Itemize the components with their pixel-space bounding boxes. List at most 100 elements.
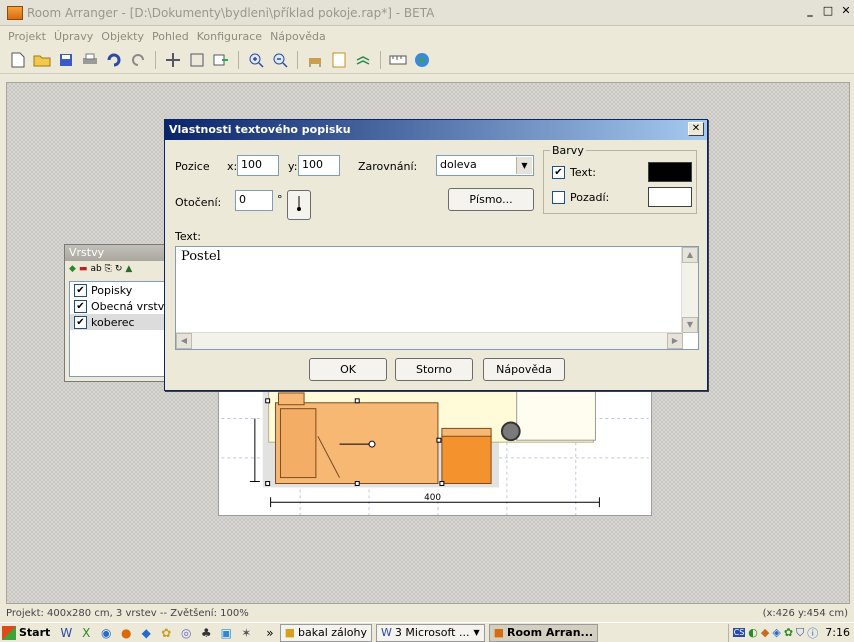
status-project-info: Projekt: 400x280 cm, 3 vrstev -- Zvětšen… (6, 608, 249, 619)
new-file-icon[interactable] (8, 50, 28, 70)
rename-layer-icon[interactable]: ab (90, 264, 101, 274)
globe-icon[interactable] (412, 50, 432, 70)
app-icon-a[interactable]: ◆ (138, 625, 154, 641)
toolbar (0, 46, 854, 74)
menu-projekt[interactable]: Projekt (8, 30, 46, 43)
room-arranger-icon: ■ (493, 626, 505, 639)
text-content-area[interactable]: Postel ▲ ▼ ◀ ▶ (175, 246, 699, 350)
page-icon[interactable] (329, 50, 349, 70)
print-icon[interactable] (80, 50, 100, 70)
task-label: Room Arran... (507, 626, 594, 639)
text-color-swatch[interactable] (648, 162, 692, 182)
app-icon-d[interactable]: ♣ (198, 625, 214, 641)
furniture-icon[interactable] (305, 50, 325, 70)
scroll-down-icon[interactable]: ▼ (682, 317, 698, 333)
dimension-label: 400 (424, 493, 441, 503)
app-icon-f[interactable]: ✶ (238, 625, 254, 641)
menu-objekty[interactable]: Objekty (101, 30, 144, 43)
task-label: bakal zálohy (298, 626, 368, 639)
text-color-label: Text: (570, 166, 596, 179)
layer-visible-checkbox[interactable]: ✔ (74, 283, 87, 297)
firefox-icon[interactable]: ● (118, 625, 134, 641)
save-icon[interactable] (56, 50, 76, 70)
vertical-scrollbar[interactable]: ▲ ▼ (681, 247, 698, 333)
background-color-swatch[interactable] (648, 187, 692, 207)
background-color-checkbox[interactable] (552, 191, 565, 204)
font-button[interactable]: Písmo... (448, 188, 534, 211)
redo-icon[interactable] (128, 50, 148, 70)
zoom-in-icon[interactable] (246, 50, 266, 70)
ruler-icon[interactable] (388, 50, 408, 70)
x-input[interactable]: 100 (237, 155, 279, 176)
scroll-right-icon[interactable]: ▶ (667, 333, 683, 349)
open-folder-icon[interactable] (32, 50, 52, 70)
chevron-down-icon: ▼ (473, 628, 480, 637)
menu-upravy[interactable]: Úpravy (54, 30, 93, 43)
y-input[interactable]: 100 (298, 155, 340, 176)
minimize-button[interactable]: _ (802, 3, 818, 19)
layers-icon[interactable] (353, 50, 373, 70)
tray-icon-b[interactable]: ◆ (761, 626, 769, 639)
copy-layer-icon[interactable]: ⎘ (105, 264, 112, 274)
dialog-title: Vlastnosti textového popisku (169, 123, 351, 136)
app-icon-c[interactable]: ◎ (178, 625, 194, 641)
task-microsoft[interactable]: W 3 Microsoft ... ▼ (376, 623, 485, 642)
app-icon-b[interactable]: ✿ (158, 625, 174, 641)
rotation-dial[interactable] (287, 190, 311, 220)
move-up-icon[interactable]: ▲ (125, 264, 132, 274)
app-icon (7, 5, 23, 20)
add-layer-icon[interactable]: ◆ (69, 264, 76, 274)
remove-layer-icon[interactable]: ▬ (79, 264, 88, 274)
task-bakal-zalohy[interactable]: ■ bakal zálohy (279, 623, 373, 642)
clock: 7:16 (825, 626, 850, 639)
tray-icon-a[interactable]: ◐ (748, 626, 758, 639)
zoom-out-icon[interactable] (270, 50, 290, 70)
layer-visible-checkbox[interactable]: ✔ (74, 315, 87, 329)
shield-icon[interactable]: ⛉ (796, 626, 804, 640)
task-room-arranger[interactable]: ■ Room Arran... (488, 623, 599, 642)
move-icon[interactable] (163, 50, 183, 70)
fit-icon[interactable] (187, 50, 207, 70)
tray-icon-d[interactable]: ✿ (784, 626, 793, 639)
maximize-button[interactable]: □ (820, 3, 836, 19)
text-color-checkbox[interactable]: ✔ (552, 166, 565, 179)
menu-konfigurace[interactable]: Konfigurace (197, 30, 262, 43)
scroll-left-icon[interactable]: ◀ (176, 333, 192, 349)
export-icon[interactable] (211, 50, 231, 70)
close-button[interactable]: ✕ (838, 3, 854, 19)
text-properties-dialog: Vlastnosti textového popisku ✕ Pozice x:… (164, 119, 708, 391)
otoceni-label: Otočení: (175, 196, 222, 209)
keyboard-layout-icon[interactable]: CS (732, 628, 746, 637)
excel-icon[interactable]: X (78, 625, 94, 641)
help-button[interactable]: Nápověda (483, 358, 565, 381)
app-icon-e[interactable]: ▣ (218, 625, 234, 641)
menu-pohled[interactable]: Pohled (152, 30, 189, 43)
ok-button[interactable]: OK (309, 358, 387, 381)
browser-icon[interactable]: ◉ (98, 625, 114, 641)
menu-napoveda[interactable]: Nápověda (270, 30, 326, 43)
y-label: y: (288, 160, 298, 173)
dialog-close-button[interactable]: ✕ (688, 122, 704, 136)
horizontal-scrollbar[interactable]: ◀ ▶ (176, 332, 683, 349)
text-label: Text: (175, 230, 201, 243)
room-drawing[interactable]: 400 (218, 388, 652, 516)
layer-label: koberec (91, 315, 135, 329)
more-quicklaunch[interactable]: » (266, 625, 273, 641)
info-icon[interactable]: ⓘ (807, 625, 818, 641)
menu-bar: Projekt Úpravy Objekty Pohled Konfigurac… (0, 26, 854, 46)
word-icon[interactable]: W (58, 625, 74, 641)
tray-icon-c[interactable]: ◈ (772, 626, 780, 639)
pozice-label: Pozice (175, 160, 210, 173)
refresh-layer-icon[interactable]: ↻ (115, 264, 123, 274)
cancel-button[interactable]: Storno (395, 358, 473, 381)
chevron-down-icon[interactable]: ▼ (516, 157, 532, 174)
rotation-input[interactable]: 0 (235, 190, 273, 211)
alignment-select[interactable]: doleva ▼ (436, 155, 534, 176)
dialog-title-bar: Vlastnosti textového popisku ✕ (165, 120, 707, 140)
layer-visible-checkbox[interactable]: ✔ (74, 299, 87, 313)
system-tray: CS ◐ ◆ ◈ ✿ ⛉ ⓘ 7:16 (727, 623, 854, 642)
window-title: Room Arranger - [D:\Dokumenty\bydleni\př… (27, 5, 435, 20)
undo-icon[interactable] (104, 50, 124, 70)
scroll-up-icon[interactable]: ▲ (682, 247, 698, 263)
start-button[interactable]: Start (0, 623, 50, 642)
